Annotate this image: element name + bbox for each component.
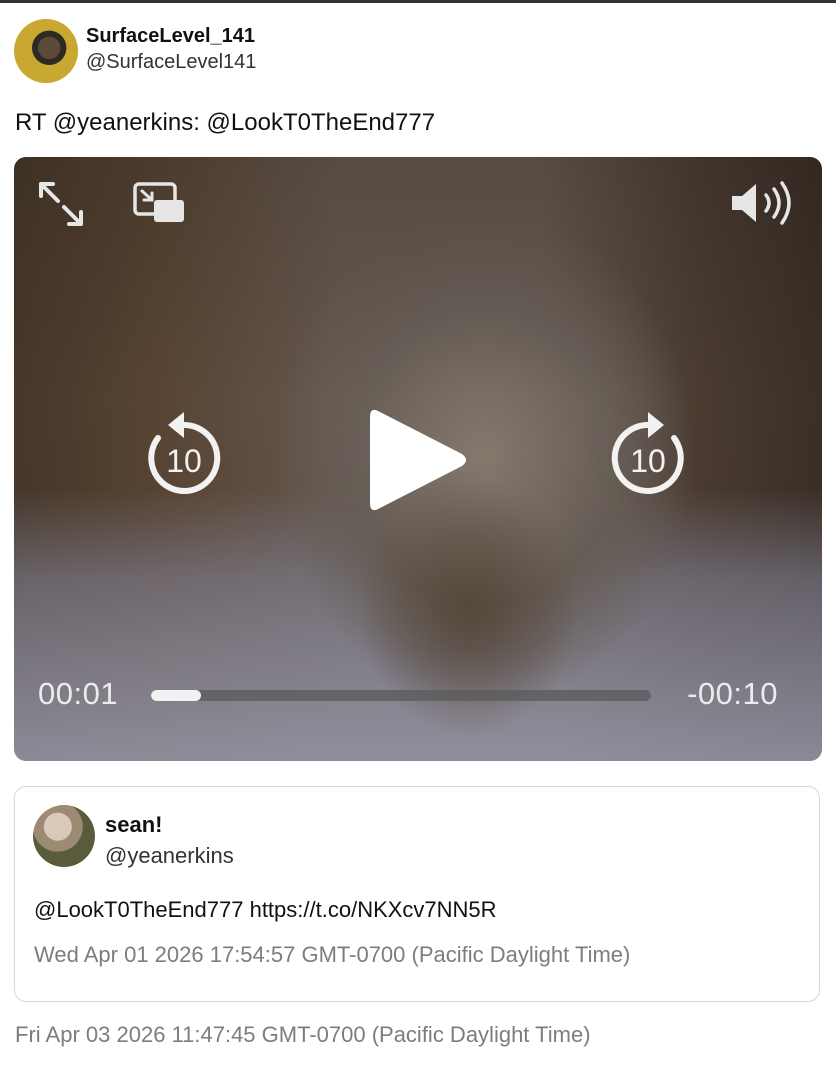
- quoted-handle[interactable]: @yeanerkins: [105, 843, 234, 869]
- quoted-display-name[interactable]: sean!: [105, 812, 162, 838]
- tweet-timestamp: Fri Apr 03 2026 11:47:45 GMT-0700 (Pacif…: [15, 1022, 591, 1047]
- quoted-timestamp: Wed Apr 01 2026 17:54:57 GMT-0700 (Pacif…: [34, 942, 631, 967]
- skip-back-label: 10: [166, 443, 202, 479]
- avatar[interactable]: [14, 19, 78, 83]
- scrubber-track[interactable]: [151, 690, 651, 701]
- remaining-time: -00:10: [687, 676, 778, 711]
- top-divider: [0, 0, 836, 3]
- volume-icon[interactable]: [728, 179, 800, 227]
- tweet-text: RT @yeanerkins: @LookT0TheEnd777: [15, 109, 436, 136]
- skip-forward-label: 10: [630, 443, 666, 479]
- play-icon: [370, 409, 466, 511]
- quoted-tweet[interactable]: sean! @yeanerkins @LookT0TheEnd777 https…: [14, 786, 820, 1002]
- skip-back-10-icon[interactable]: 10: [144, 412, 224, 502]
- picture-in-picture-icon[interactable]: [132, 181, 186, 225]
- elapsed-time: 00:01: [38, 676, 119, 711]
- tweet-header: SurfaceLevel_141 @SurfaceLevel141: [14, 19, 256, 83]
- author-info: SurfaceLevel_141 @SurfaceLevel141: [86, 24, 256, 74]
- skip-forward-10-icon[interactable]: 10: [608, 412, 688, 502]
- video-player[interactable]: 10 10 00:01 -00:10: [14, 157, 822, 761]
- author-display-name[interactable]: SurfaceLevel_141: [86, 24, 256, 48]
- quoted-text: @LookT0TheEnd777 https://t.co/NKXcv7NN5R: [34, 897, 497, 922]
- quoted-avatar[interactable]: [33, 805, 95, 867]
- play-button[interactable]: [366, 403, 470, 517]
- author-handle[interactable]: @SurfaceLevel141: [86, 50, 256, 74]
- fullscreen-icon[interactable]: [36, 179, 86, 229]
- scrubber-progress: [151, 690, 201, 701]
